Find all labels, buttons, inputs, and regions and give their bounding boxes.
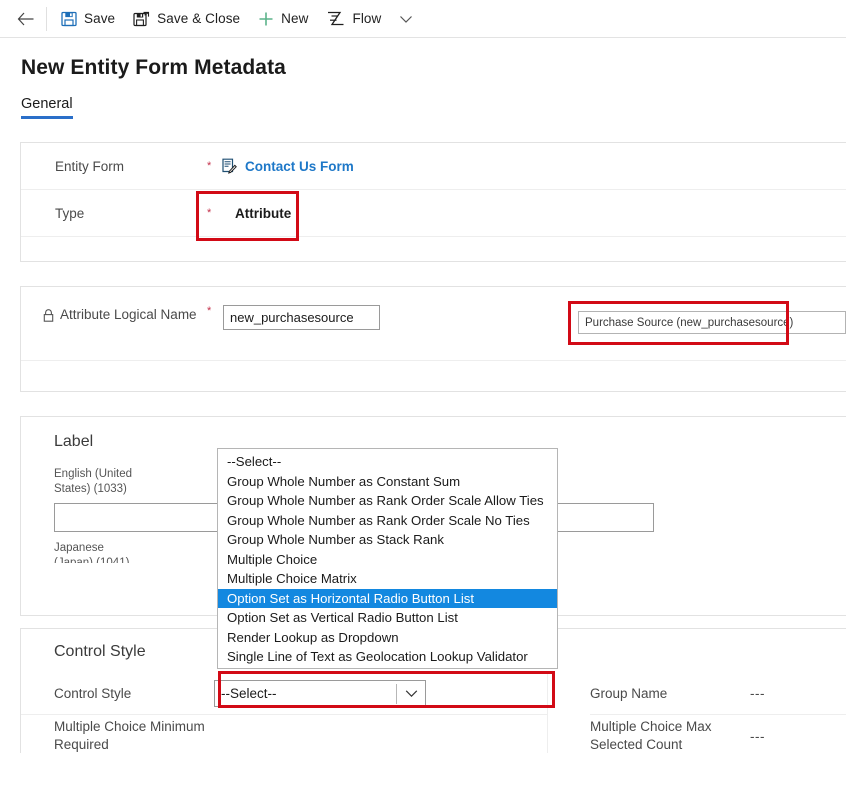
japanese-label-caption: Japanese (Japan) (1041) — [54, 542, 130, 563]
tab-general-label: General — [21, 96, 73, 112]
flow-button-label: Flow — [352, 11, 382, 26]
lock-icon — [43, 305, 54, 324]
multiple-choice-minimum-required-row: Multiple Choice Minimum Required — [21, 715, 547, 757]
type-label: Type — [55, 205, 85, 221]
group-name-value[interactable]: --- — [750, 686, 765, 701]
multiple-choice-max-selected-count-row: Multiple Choice Max Selected Count --- — [590, 715, 846, 757]
flow-button[interactable]: Flow — [318, 6, 391, 31]
dropdown-option[interactable]: Multiple Choice Matrix — [218, 569, 557, 589]
save-and-close-button-label: Save & Close — [157, 11, 241, 26]
save-button[interactable]: Save — [53, 6, 125, 32]
control-style-left-column: Control Style --Select-- Multiple Choice… — [21, 673, 548, 757]
dropdown-option[interactable]: Option Set as Vertical Radio Button List — [218, 608, 557, 628]
attribute-logical-name-input[interactable]: new_purchasesource — [223, 305, 380, 330]
dropdown-option[interactable]: Render Lookup as Dropdown — [218, 628, 557, 648]
group-name-label: Group Name — [590, 685, 668, 701]
dropdown-option[interactable]: Group Whole Number as Rank Order Scale A… — [218, 491, 557, 511]
form-document-icon — [221, 158, 237, 175]
dropdown-option[interactable]: --Select-- — [218, 452, 557, 472]
entity-form-section: Entity Form * Contact Us Form Type * Att… — [20, 142, 846, 262]
command-bar-divider — [46, 6, 47, 31]
multiple-choice-max-selected-count-value[interactable]: --- — [750, 729, 765, 744]
dropdown-option[interactable]: Multiple Choice — [218, 550, 557, 570]
dropdown-option[interactable]: Group Whole Number as Constant Sum — [218, 472, 557, 492]
save-button-label: Save — [84, 11, 116, 26]
tab-general[interactable]: General — [21, 96, 73, 119]
multiple-choice-max-selected-count-label: Multiple Choice Max Selected Count — [590, 719, 712, 752]
control-style-dropdown-list[interactable]: --Select-- Group Whole Number as Constant… — [217, 448, 558, 669]
control-style-right-column: Group Name --- Multiple Choice Max Selec… — [548, 673, 846, 757]
dropdown-option[interactable]: Single Line of Text as Geolocation Looku… — [218, 647, 557, 667]
new-button-label: New — [281, 11, 309, 26]
control-style-select-value: --Select-- — [221, 686, 277, 701]
attribute-logical-name-lookup-input[interactable]: Purchase Source (new_purchasesource) — [578, 311, 846, 334]
control-style-row: Control Style --Select-- — [21, 673, 547, 715]
new-button[interactable]: New — [250, 6, 318, 32]
chevron-down-icon — [399, 14, 413, 24]
control-style-select[interactable]: --Select-- — [214, 680, 426, 707]
dropdown-option[interactable]: Option Set as Horizontal Radio Button Li… — [218, 588, 557, 608]
tab-strip: General — [21, 96, 846, 119]
multiple-choice-minimum-required-label: Multiple Choice Minimum Required — [54, 719, 205, 752]
page-title: New Entity Form Metadata — [21, 56, 286, 79]
type-row: Type * Attribute — [21, 190, 846, 237]
dropdown-option[interactable]: Group Whole Number as Rank Order Scale N… — [218, 511, 557, 531]
attribute-logical-name-label-text: Attribute Logical Name — [60, 307, 197, 322]
label-section-heading: Label — [54, 433, 94, 450]
type-value[interactable]: Attribute — [235, 206, 291, 221]
english-label-caption: English (United States) (1033) — [54, 468, 132, 495]
entity-form-row: Entity Form * Contact Us Form — [21, 143, 846, 190]
save-and-close-button[interactable]: Save & Close — [125, 6, 250, 32]
plus-icon — [258, 11, 274, 27]
flow-icon — [326, 11, 345, 26]
group-name-row: Group Name --- — [590, 673, 846, 715]
save-icon — [61, 11, 77, 27]
attribute-logical-name-section: Attribute Logical Name * new_purchasesou… — [20, 286, 846, 392]
control-style-columns: Control Style --Select-- Multiple Choice… — [21, 673, 846, 757]
command-overflow-button[interactable] — [391, 9, 421, 29]
attribute-logical-name-label: Attribute Logical Name — [43, 303, 207, 324]
back-button[interactable] — [8, 3, 42, 35]
entity-form-label: Entity Form — [55, 158, 125, 174]
type-required-asterisk: * — [207, 206, 212, 219]
entity-form-link[interactable]: Contact Us Form — [245, 159, 354, 174]
save-and-close-icon — [133, 11, 150, 27]
back-arrow-icon — [17, 12, 34, 26]
command-bar: Save Save & Close New Flow — [0, 0, 846, 38]
chevron-down-icon[interactable] — [397, 689, 425, 698]
attribute-logical-name-required-asterisk: * — [207, 305, 212, 317]
control-style-label: Control Style — [54, 685, 132, 701]
viewport-clip — [0, 753, 846, 793]
entity-form-required-asterisk: * — [207, 159, 212, 172]
dropdown-option[interactable]: Group Whole Number as Stack Rank — [218, 530, 557, 550]
